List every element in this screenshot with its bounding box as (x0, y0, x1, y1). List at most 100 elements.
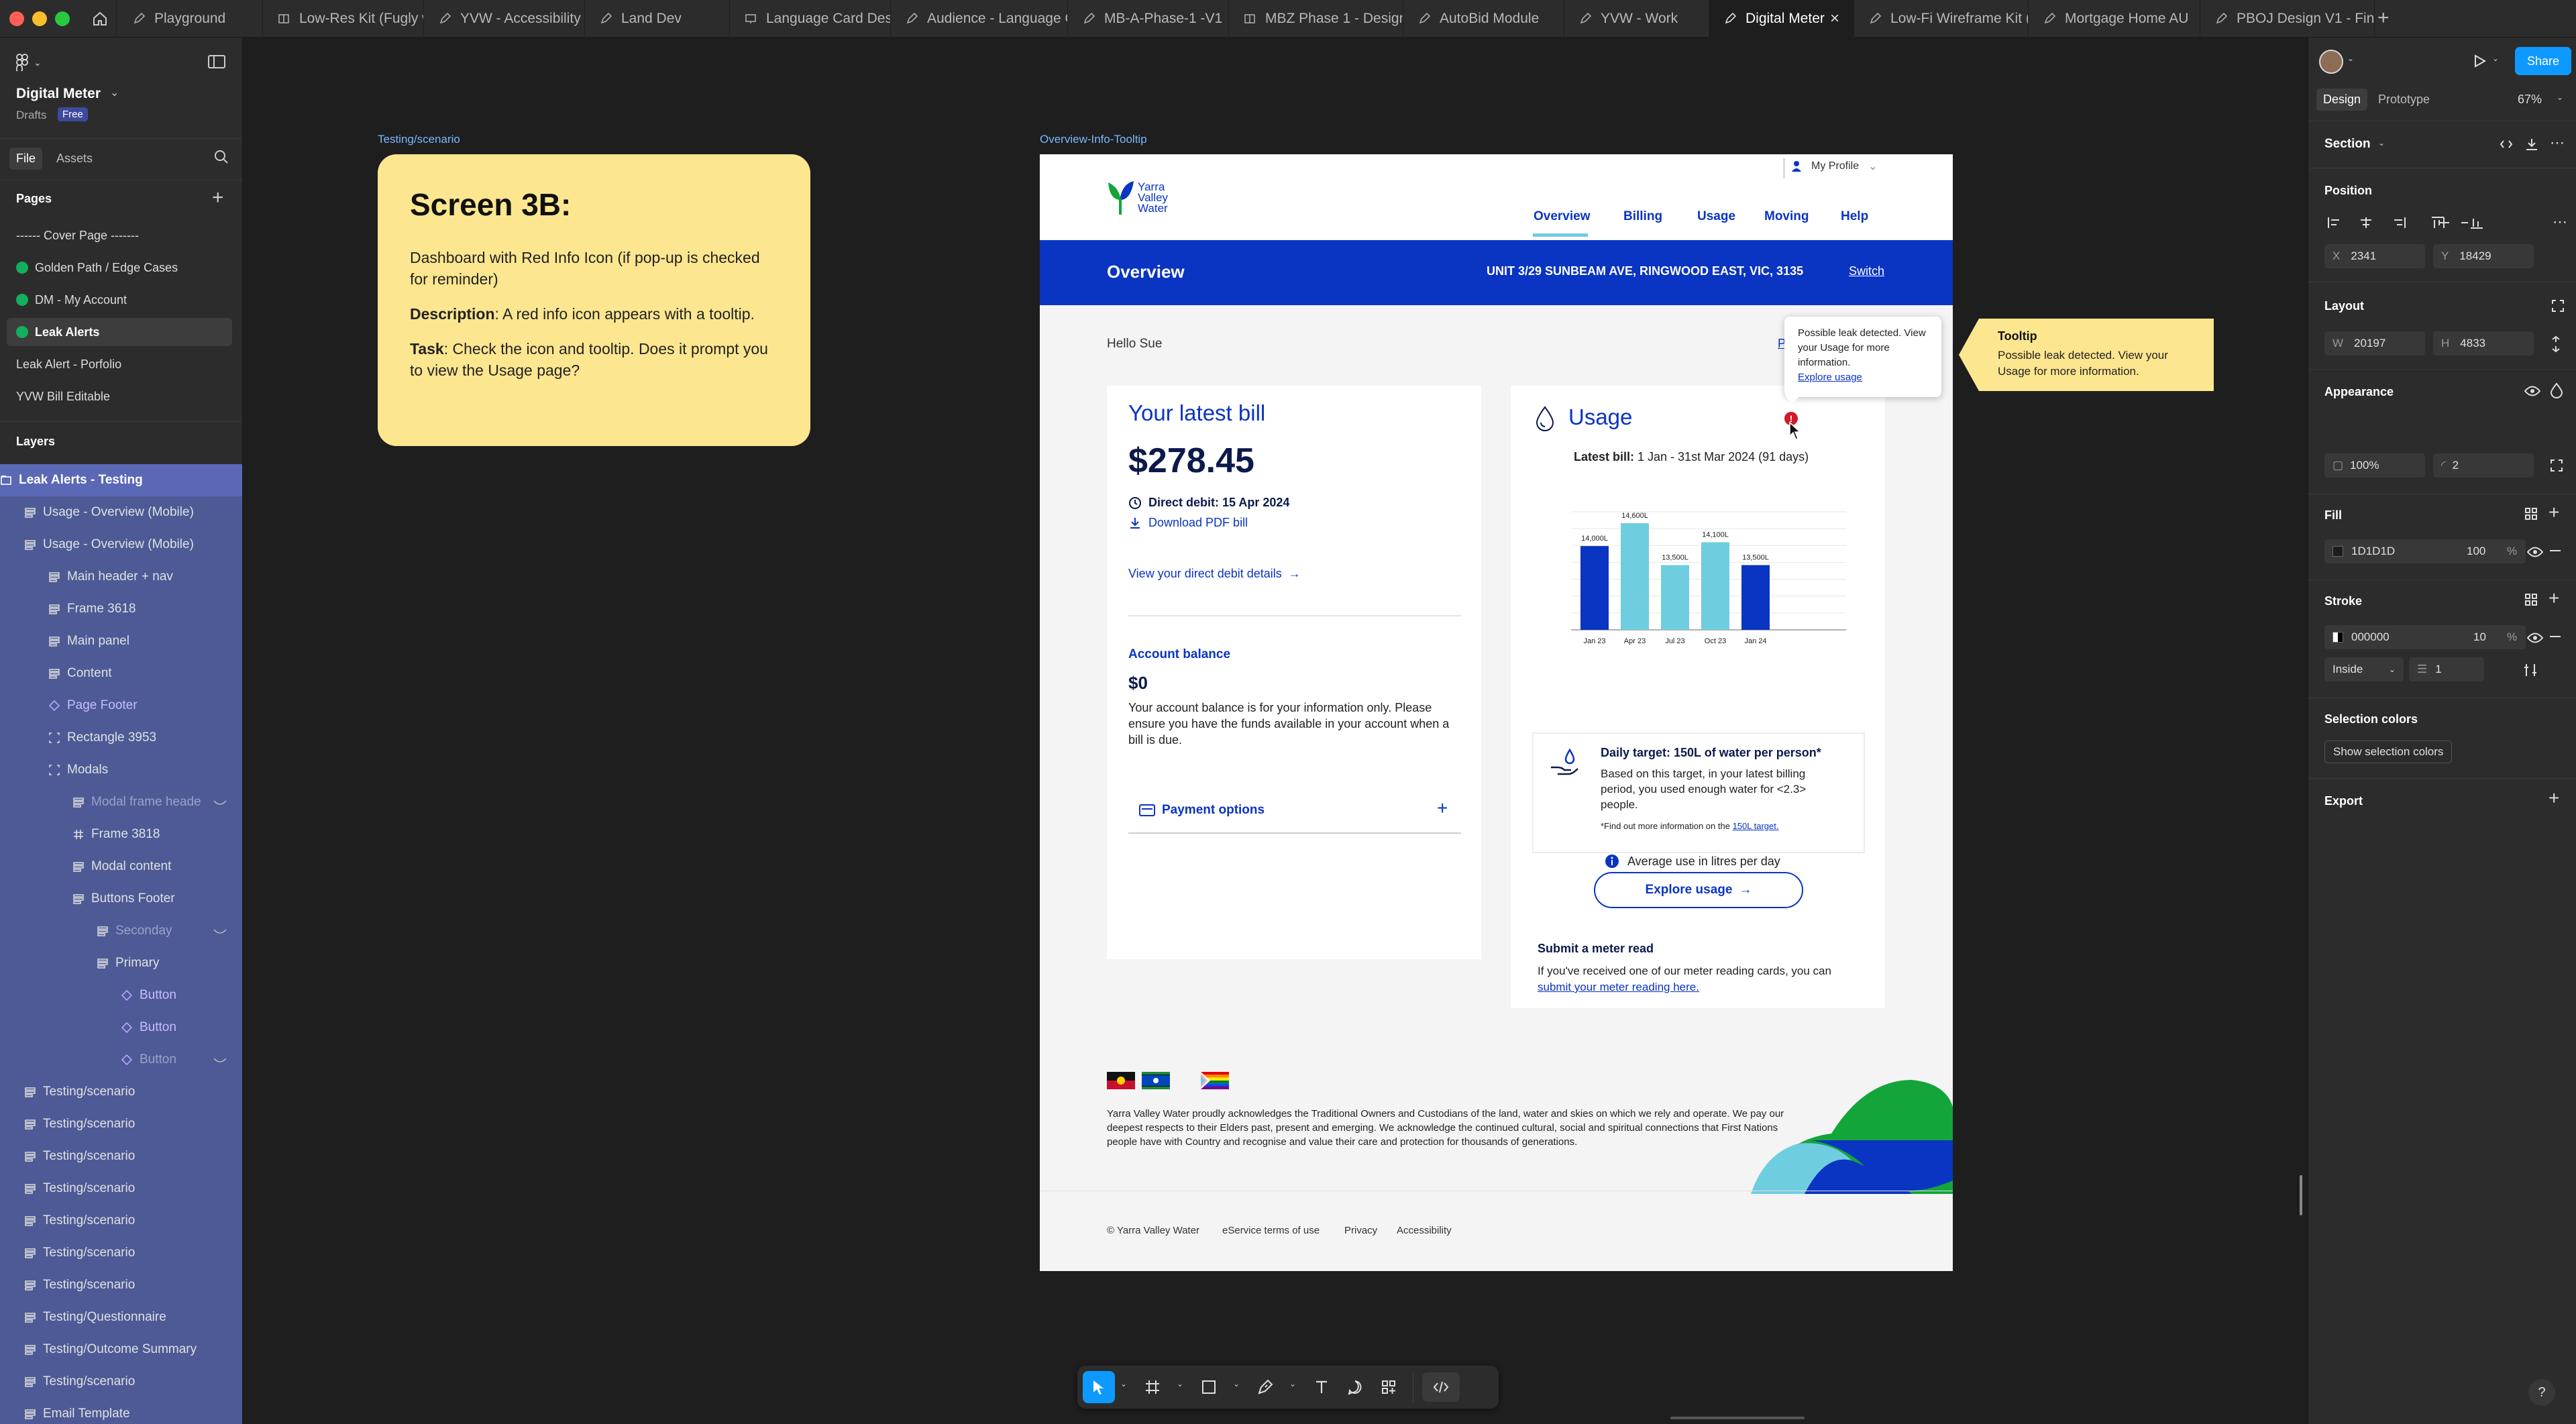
design-tab[interactable]: Design (2316, 89, 2368, 111)
remove-fill-icon[interactable] (2550, 550, 2561, 551)
horizontal-scrollbar[interactable] (1670, 1417, 1805, 1419)
assets-tab[interactable]: Assets (56, 152, 93, 166)
style-grid-icon[interactable] (2524, 593, 2538, 606)
close-window-button[interactable] (9, 11, 24, 26)
blend-drop-icon[interactable] (2550, 382, 2563, 398)
layer-row[interactable]: Content (0, 657, 242, 690)
show-selection-colors-button[interactable]: Show selection colors (2324, 741, 2453, 763)
tab-audience-language[interactable]: Audience - Language C (891, 0, 1068, 38)
tab-language-card[interactable]: Language Card Design (730, 0, 891, 38)
tooltip-explore-link[interactable]: Explore usage (1798, 370, 1928, 385)
comment-tool-icon[interactable] (1347, 1379, 1363, 1395)
chevron-down-icon[interactable]: ⌄ (2378, 138, 2385, 148)
new-tab-icon[interactable]: + (2377, 7, 2390, 30)
nav-overview[interactable]: Overview (1534, 209, 1591, 224)
expand-icon[interactable] (2551, 299, 2565, 313)
tab-playground[interactable]: Playground (118, 0, 263, 38)
chevron-down-icon[interactable]: ⌄ (1177, 1379, 1183, 1388)
layer-row[interactable]: Testing/Questionnaire (0, 1301, 242, 1333)
file-name[interactable]: Digital Meter (16, 86, 101, 102)
stroke-swatch[interactable] (2332, 632, 2343, 643)
page-item[interactable]: Golden Path / Edge Cases (7, 254, 232, 282)
x-field[interactable]: X 2341 (2324, 244, 2425, 268)
layer-row[interactable]: Modal frame heade (0, 786, 242, 818)
vertical-align-icons[interactable] (2436, 216, 2557, 229)
layer-row[interactable]: Usage - Overview (Mobile) (0, 496, 242, 529)
width-field[interactable]: W 20197 (2324, 331, 2425, 355)
layer-row[interactable]: Email Template (0, 1398, 242, 1424)
dev-mode-toggle[interactable] (1422, 1372, 1460, 1402)
actions-tool-icon[interactable] (1381, 1379, 1397, 1395)
layer-row[interactable]: Testing/scenario (0, 1108, 242, 1140)
layer-row[interactable]: Frame 3618 (0, 593, 242, 625)
stroke-settings-icon[interactable] (2523, 663, 2538, 677)
hidden-eye-icon[interactable] (213, 926, 227, 938)
page-item[interactable]: ------ Cover Page ------- (7, 221, 232, 250)
view-direct-debit-link[interactable]: View your direct debit details → (1128, 567, 1301, 581)
corner-radius-field[interactable]: ◜ 2 (2433, 453, 2534, 478)
layer-row[interactable]: Buttons Footer (0, 883, 242, 915)
layer-row[interactable]: Button (0, 1044, 242, 1076)
layer-row[interactable]: Testing/scenario (0, 1366, 242, 1398)
layer-row[interactable]: Testing/Outcome Summary (0, 1333, 242, 1366)
layer-row[interactable]: Testing/scenario (0, 1076, 242, 1108)
zoom-level[interactable]: 67% (2518, 93, 2542, 107)
download-icon[interactable] (2524, 137, 2539, 152)
opacity-field[interactable]: ▢ 100% (2324, 453, 2425, 478)
chart-bar[interactable] (1621, 523, 1649, 630)
tab-lowres-kit[interactable]: Low-Res Kit (Fugly wir (263, 0, 424, 38)
page-item[interactable]: DM - My Account (7, 286, 232, 314)
footer-privacy-link[interactable]: Privacy (1344, 1225, 1377, 1236)
layer-row[interactable]: Testing/scenario (0, 1140, 242, 1172)
tab-land-dev[interactable]: Land Dev (585, 0, 730, 38)
tab-pboj[interactable]: PBOJ Design V1 - Final (2200, 0, 2375, 38)
layer-row[interactable]: Modal content (0, 851, 242, 883)
avatar[interactable] (2319, 50, 2343, 74)
tab-mortgage[interactable]: Mortgage Home AU (2029, 0, 2200, 38)
chevron-down-icon[interactable]: ⌄ (1289, 1379, 1296, 1388)
layer-row[interactable]: Rectangle 3953 (0, 722, 242, 754)
nav-moving[interactable]: Moving (1764, 209, 1809, 224)
chart-bar[interactable] (1741, 565, 1770, 630)
remove-stroke-icon[interactable] (2550, 636, 2561, 637)
fill-swatch[interactable] (2332, 546, 2343, 557)
my-profile-menu[interactable]: My Profile ⌄ (1783, 160, 1878, 173)
layer-row[interactable]: Testing/scenario (0, 1172, 242, 1205)
tab-lowfi-wireframe[interactable]: Low-Fi Wireframe Kit ( (1854, 0, 2029, 38)
add-stroke-icon[interactable]: + (2548, 588, 2559, 609)
home-button[interactable] (83, 0, 117, 38)
selection-type[interactable]: Section (2324, 137, 2371, 152)
eye-icon[interactable] (2527, 546, 2543, 558)
close-tab-icon[interactable]: × (1830, 9, 1839, 28)
chevron-down-icon[interactable]: ⌄ (110, 86, 119, 99)
canvas-scrollbar[interactable] (2300, 1175, 2302, 1215)
search-icon[interactable] (213, 149, 229, 165)
eye-icon[interactable] (2527, 632, 2543, 644)
tab-mb-a-phase[interactable]: MB-A-Phase-1 -V1 (1068, 0, 1229, 38)
pen-tool-icon[interactable] (1257, 1379, 1273, 1395)
layer-row[interactable]: Main header + nav (0, 561, 242, 593)
chevron-down-icon[interactable]: ⌄ (2492, 54, 2499, 63)
layer-row[interactable]: Modals (0, 754, 242, 786)
tab-autobid[interactable]: AutoBid Module (1403, 0, 1564, 38)
toggle-sidebar-icon[interactable] (208, 55, 225, 68)
chevron-down-icon[interactable]: ⌄ (1120, 1379, 1127, 1388)
more-icon[interactable]: ⋯ (2550, 134, 2565, 152)
download-pdf-link[interactable]: Download PDF bill (1128, 516, 1248, 530)
code-icon[interactable] (2499, 137, 2514, 152)
frame-label[interactable]: Overview-Info-Tooltip (1040, 133, 1147, 146)
play-icon[interactable] (2472, 54, 2487, 68)
page-item-active[interactable]: Leak Alerts (7, 318, 232, 346)
zoom-window-button[interactable] (55, 11, 70, 26)
layer-row[interactable]: Testing/scenario (0, 1205, 242, 1237)
chevron-down-icon[interactable]: ⌄ (1233, 1379, 1240, 1388)
footer-terms-link[interactable]: eService terms of use (1222, 1225, 1320, 1236)
layer-row[interactable]: Usage - Overview (Mobile) (0, 529, 242, 561)
chevron-down-icon[interactable]: ⌄ (2347, 54, 2354, 63)
tab-digital-meter[interactable]: Digital Meter × (1709, 0, 1854, 38)
stroke-weight-field[interactable]: ☰ 1 (2409, 657, 2484, 681)
file-tab[interactable]: File (9, 148, 43, 170)
main-menu-button[interactable]: ⌄ (16, 54, 42, 71)
layer-row[interactable]: Button (0, 979, 242, 1011)
layer-row[interactable]: Frame 3818 (0, 818, 242, 851)
